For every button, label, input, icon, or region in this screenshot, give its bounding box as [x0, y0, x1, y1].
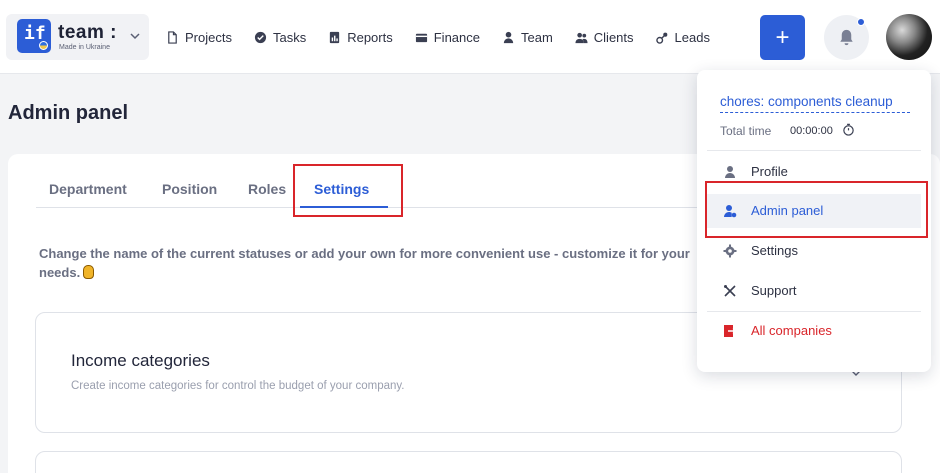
menu-divider — [707, 150, 921, 151]
total-time-label: Total time — [720, 124, 772, 138]
notifications-button[interactable] — [824, 15, 869, 60]
top-bar: if team : Made in Ukraine Projects Tasks… — [0, 0, 940, 74]
nav-reports[interactable]: Reports — [328, 30, 393, 45]
chevron-down-icon — [130, 33, 140, 40]
menu-item-label: All companies — [751, 323, 832, 338]
brand-name: team : — [58, 22, 117, 43]
nav-projects[interactable]: Projects — [166, 30, 232, 45]
settings-description: Change the name of the current statuses … — [39, 244, 699, 282]
company-switcher[interactable]: if team : Made in Ukraine — [6, 14, 149, 60]
menu-item-label: Settings — [751, 243, 798, 258]
menu-item-all-companies[interactable]: All companies — [707, 314, 921, 348]
add-button[interactable]: + — [760, 15, 805, 60]
menu-item-settings[interactable]: Settings — [707, 234, 921, 268]
section-subtitle: Create income categories for control the… — [71, 380, 405, 392]
ukraine-flag-icon — [39, 41, 48, 50]
nav-label: Tasks — [272, 29, 307, 45]
nav-clients[interactable]: Clients — [575, 30, 634, 45]
notification-badge — [857, 18, 865, 26]
current-task-link[interactable]: chores: components cleanup — [720, 93, 910, 113]
menu-item-label: Profile — [751, 164, 788, 179]
brand-logo: if — [17, 19, 51, 53]
nav-label: Finance — [433, 29, 480, 45]
nav-label: Projects — [185, 29, 232, 45]
description-text: Change the name of the current statuses … — [39, 246, 690, 280]
avatar[interactable] — [886, 14, 932, 60]
bell-icon — [840, 29, 853, 46]
nav-label: Clients — [593, 29, 634, 45]
menu-divider — [707, 311, 921, 312]
tools-icon — [724, 285, 736, 297]
check-circle-icon — [254, 31, 267, 43]
nav-team[interactable]: Team — [502, 30, 553, 45]
report-icon — [330, 31, 340, 43]
person-icon — [503, 31, 514, 43]
ok-hand-icon — [83, 265, 95, 279]
main-nav: Projects Tasks Reports Finance Team Clie… — [166, 26, 732, 48]
nav-label: Team — [520, 29, 553, 45]
highlight-box — [293, 164, 403, 217]
page-title: Admin panel — [8, 102, 129, 124]
brand-tagline: Made in Ukraine — [59, 44, 110, 51]
leads-icon — [655, 32, 667, 44]
nav-finance[interactable]: Finance — [415, 30, 480, 45]
nav-leads[interactable]: Leads — [655, 29, 710, 45]
nav-label: Reports — [347, 29, 393, 45]
exit-icon — [724, 325, 737, 337]
nav-tasks[interactable]: Tasks — [254, 30, 306, 45]
highlight-box — [705, 181, 928, 238]
menu-item-label: Support — [751, 283, 797, 298]
next-section[interactable] — [35, 451, 902, 473]
tab-roles[interactable]: Roles — [248, 180, 286, 198]
wallet-icon — [415, 33, 427, 42]
tab-department[interactable]: Department — [49, 180, 127, 198]
people-icon — [575, 32, 588, 43]
tab-position[interactable]: Position — [162, 180, 217, 198]
stopwatch-icon[interactable] — [842, 123, 855, 136]
total-time-value: 00:00:00 — [790, 125, 833, 137]
document-icon — [168, 30, 177, 44]
nav-label: Leads — [674, 29, 710, 45]
menu-item-support[interactable]: Support — [707, 274, 921, 308]
person-icon — [725, 166, 735, 178]
section-title: Income categories — [71, 351, 210, 370]
gear-icon — [723, 244, 737, 258]
